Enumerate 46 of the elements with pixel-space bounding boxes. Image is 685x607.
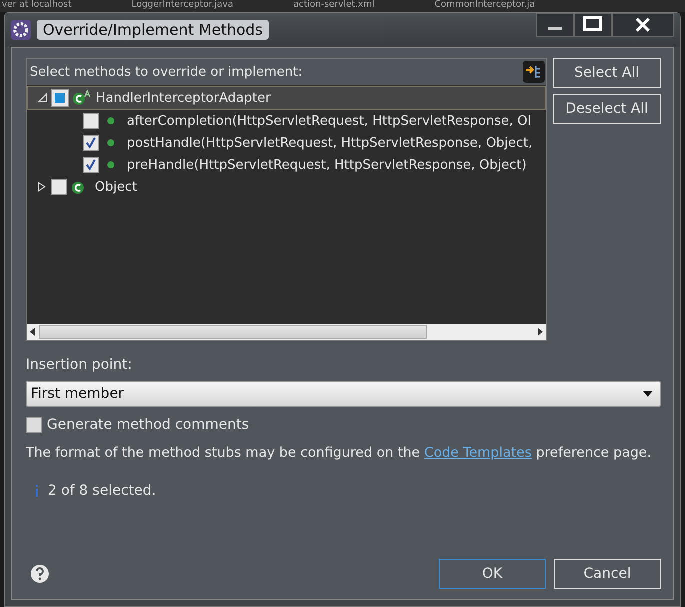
editor-tab[interactable]: ver at localhost [2,0,72,12]
checkbox[interactable] [51,179,67,195]
tree-row[interactable]: preHandle(HttpServletRequest, HttpServletResponse, Object) [27,154,546,176]
scroll-thumb[interactable] [39,325,427,339]
collapse-arrow-icon[interactable] [38,93,48,103]
code-templates-link[interactable]: Code Templates [424,445,532,461]
info-icon [34,484,40,498]
method-signature: preHandle(HttpServletRequest, HttpServletResponse, Object) [127,158,527,172]
window-title: Override/Implement Methods [37,20,269,40]
close-icon[interactable] [612,13,674,37]
method-signature: afterCompletion(HttpServletRequest, HttpServletResponse, Ol [127,114,532,128]
tree-row[interactable]: HandlerInterceptorAdapter [27,86,546,110]
checkbox[interactable] [26,417,42,433]
insertion-label: Insertion point: [26,357,134,373]
class-name: Object [95,180,138,194]
editor-tab[interactable]: action-servlet.xml [294,0,375,12]
selection-count: 2 of 8 selected. [48,483,156,499]
dialog-button[interactable]: Cancel [554,559,661,589]
checkbox[interactable] [83,135,99,151]
method-icon [107,139,115,147]
select-button[interactable]: Deselect All [553,94,661,124]
horizontal-scrollbar[interactable] [27,324,546,340]
info-text: The format of the method stubs may be configured on the Code Templates preference page. [26,445,653,461]
checkbox[interactable] [83,113,99,129]
select-button[interactable]: Select All [553,58,661,88]
method-icon [107,161,115,169]
tree-label: Select methods to override or implement: [30,64,303,80]
tree-toggle-icon[interactable] [523,61,545,83]
tree-row[interactable]: Object [27,176,546,198]
editor-tab[interactable]: CommonInterceptor.ja [434,0,536,12]
dialog-button[interactable]: OK [439,559,546,589]
class-name: HandlerInterceptorAdapter [96,90,271,106]
gear-icon [11,20,31,40]
method-signature: postHandle(HttpServletRequest, HttpServletResponse, Object, [127,136,533,150]
insertion-dropdown[interactable]: First member [26,381,661,407]
dropdown-arrow-icon [642,390,654,398]
maximize-icon[interactable] [574,13,612,37]
help-icon[interactable] [30,564,50,584]
minimize-icon[interactable] [536,13,574,37]
checkbox[interactable] [83,157,99,173]
expand-arrow-icon[interactable] [37,182,47,192]
tree-row[interactable]: postHandle(HttpServletRequest, HttpServletResponse, Object, [27,132,546,154]
tree-row[interactable]: afterCompletion(HttpServletRequest, HttpServletResponse, Ol [27,110,546,132]
checkbox-label: Generate method comments [47,417,250,433]
method-icon [107,117,115,125]
editor-tab[interactable]: LoggerInterceptor.java [132,0,234,12]
